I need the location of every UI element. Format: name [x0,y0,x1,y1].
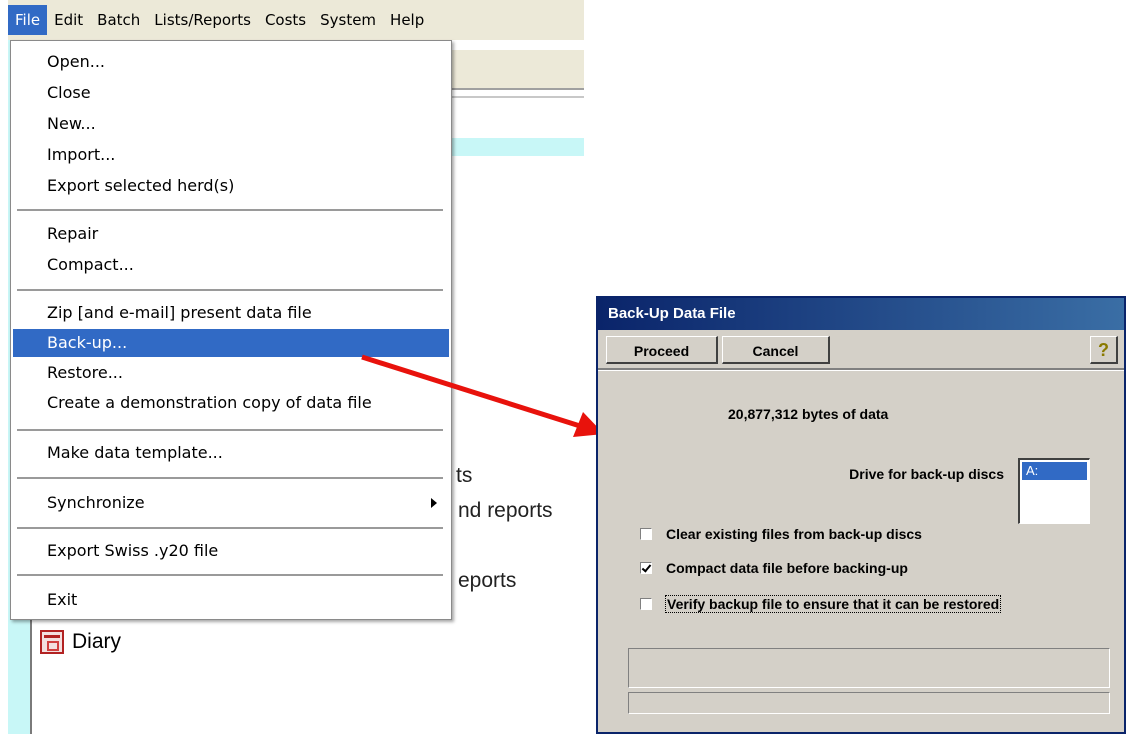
background-text-eports: eports [458,569,517,592]
progress-status-panel [628,648,1110,688]
compact-before-backup-option[interactable]: Compact data file before backing-up [640,560,908,576]
compact-before-backup-label: Compact data file before backing-up [666,560,908,576]
diary-label: Diary [72,630,122,653]
menu-item-close[interactable]: Close [13,79,449,107]
bytes-of-data-text: 20,877,312 bytes of data [728,406,889,422]
proceed-button-label: Proceed [633,343,690,359]
backup-dialog: Back-Up Data File Proceed Cancel ? 20,87… [596,296,1126,734]
menu-separator [17,574,443,576]
menu-separator [17,429,443,431]
status-bar [628,692,1110,714]
menu-item-new[interactable]: New... [13,110,449,138]
proceed-button[interactable]: Proceed [606,336,718,364]
menu-batch[interactable]: Batch [90,5,147,35]
compact-before-backup-checkbox[interactable] [640,562,652,574]
clear-existing-files-option[interactable]: Clear existing files from back-up discs [640,526,922,542]
menu-item-restore[interactable]: Restore... [13,359,449,387]
dialog-title-bar[interactable]: Back-Up Data File [598,298,1124,330]
menu-item-export-swiss[interactable]: Export Swiss .y20 file [13,537,449,565]
question-mark-icon: ? [1098,340,1109,360]
menu-item-synchronize-label: Synchronize [47,493,145,512]
menu-item-create-demo-copy[interactable]: Create a demonstration copy of data file [13,389,449,417]
menu-separator [17,477,443,479]
menu-help[interactable]: Help [383,5,431,35]
background-divider [450,96,584,98]
background-highlight-bar [450,138,584,156]
menu-separator [17,527,443,529]
toolbar-divider [598,368,1124,371]
nav-item-diary[interactable]: Diary [40,630,121,654]
menu-item-export-selected-herds[interactable]: Export selected herd(s) [13,172,449,200]
menu-separator [17,209,443,211]
menu-item-exit[interactable]: Exit [13,586,449,614]
menu-separator [17,289,443,291]
drive-option-a[interactable]: A: [1022,462,1087,480]
cancel-button[interactable]: Cancel [722,336,830,364]
menu-item-synchronize[interactable]: Synchronize [13,489,449,517]
verify-backup-label: Verify backup file to ensure that it can… [664,595,1002,613]
menu-item-compact[interactable]: Compact... [13,251,449,279]
verify-backup-option[interactable]: Verify backup file to ensure that it can… [640,595,1002,613]
menu-item-repair[interactable]: Repair [13,220,449,248]
menu-file[interactable]: File [8,5,48,35]
file-menu-dropdown: Open... Close New... Import... Export se… [10,40,452,620]
diary-icon [40,630,64,654]
dialog-title: Back-Up Data File [608,305,736,322]
menu-item-open[interactable]: Open... [13,48,449,76]
drive-listbox[interactable]: A: [1018,458,1090,524]
verify-backup-checkbox[interactable] [640,598,652,610]
help-button[interactable]: ? [1090,336,1118,364]
background-toolbar [450,50,584,90]
menu-costs[interactable]: Costs [258,5,313,35]
menu-bar: File Edit Batch Lists/Reports Costs Syst… [8,0,584,40]
dialog-toolbar: Proceed Cancel ? [598,330,1124,368]
drive-label: Drive for back-up discs [849,466,1004,482]
menu-system[interactable]: System [313,5,383,35]
cancel-button-label: Cancel [752,343,799,359]
menu-item-back-up[interactable]: Back-up... [13,329,449,357]
background-text-ts: ts [456,464,473,487]
background-text-reports: nd reports [458,499,553,522]
submenu-arrow-icon [431,498,437,508]
clear-existing-files-label: Clear existing files from back-up discs [666,526,922,542]
menu-item-zip-email[interactable]: Zip [and e-mail] present data file [13,299,449,327]
menu-lists-reports[interactable]: Lists/Reports [147,5,258,35]
menu-item-make-data-template[interactable]: Make data template... [13,439,449,467]
clear-existing-files-checkbox[interactable] [640,528,652,540]
menu-edit[interactable]: Edit [47,5,90,35]
menu-item-import[interactable]: Import... [13,141,449,169]
